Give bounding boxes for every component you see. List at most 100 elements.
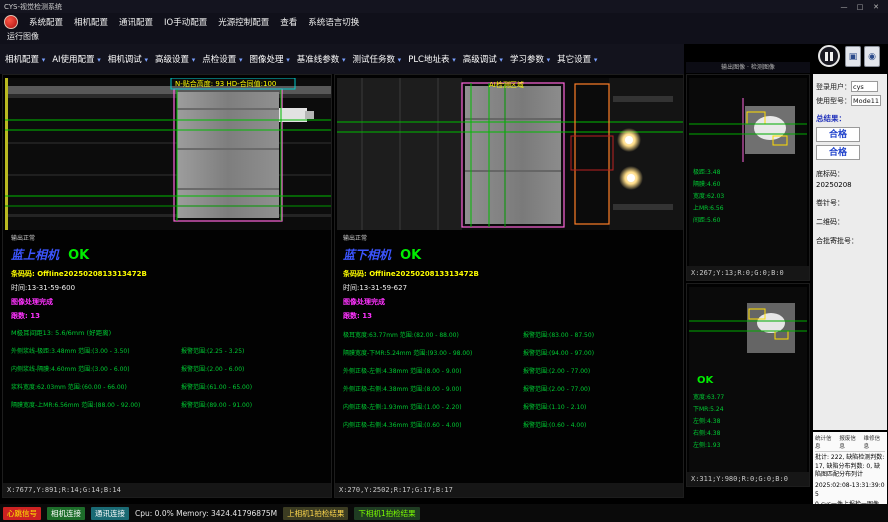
chevron-down-icon: ▾ [398,56,402,64]
tool-image-processing[interactable]: 图像处理 ▾ [249,53,289,65]
stats-panel: 统计信息 报废信息 维修信息 批计: 222, 缺陷检测判数: 17, 缺陷分布… [813,432,887,504]
chevron-down-icon: ▾ [452,56,456,64]
cpu-memory-readout: Cpu: 0.0% Memory: 3424.41796875M [135,509,277,518]
menu-camera-config[interactable]: 相机配置 [74,16,108,28]
menu-system-config[interactable]: 系统配置 [29,16,63,28]
window-title: CYS-视觉检测系统 [4,2,62,12]
close-icon[interactable]: ✕ [868,3,884,11]
detail-line: 宽度:62.03 [693,192,724,200]
base-code-value: 20250208 [816,181,884,189]
status-bar: 心跳信号 相机连接 通讯连接 Cpu: 0.0% Memory: 3424.41… [0,504,888,522]
measure-row: 浆料宽度:62.03mm 范围:(60.00 - 66.00)报警范围:(61.… [11,382,327,391]
camera-panel-detail-bottom: OK 宽度:63.77 下MR:5.24 左侧:4.38 右侧:4.38 左侧:… [686,283,810,487]
view-tab-row: 运行图像 [0,31,888,44]
minimize-icon[interactable]: — [836,3,852,11]
toolbar: 相机配置 ▾ AI使用配置 ▾ 相机调试 ▾ 高级设置 ▾ 点检设置 ▾ 图像处… [0,44,684,74]
base-code-label: 底标码： [816,169,884,179]
detail-line: 隔膜:4.60 [693,180,721,188]
measure-row: 隔膜宽度-上MR:6.56mm 范围:(88.00 - 92.00)报警范围:(… [11,400,327,409]
chevron-down-icon: ▾ [342,56,346,64]
menu-io-manual-config[interactable]: IO手动配置 [164,16,207,28]
menu-bar: 系统配置 相机配置 通讯配置 IO手动配置 光源控制配置 查看 系统语言切换 [0,13,888,31]
camera-panel-detail-top: 极距:3.48 隔膜:4.60 宽度:62.03 上MR:6.56 间距:5.6… [686,74,810,281]
result-info-upper: 输出正常 蓝上相机 OK 条码码: OffIine202502081331347… [11,233,327,409]
chevron-down-icon: ▾ [192,56,196,64]
menu-language-switch[interactable]: 系统语言切换 [308,16,359,28]
tool-camera-debug[interactable]: 相机调试 ▾ [108,53,148,65]
measure-row: 外侧浆线-极距:3.48mm 范围:(3.00 - 3.50)报警范围:(2.2… [11,346,327,355]
model-label: 使用型号： [816,96,851,106]
upper-camera-result-label[interactable]: 上相机1拍检结果 [283,507,348,520]
detail-line: 上MR:6.56 [693,204,724,212]
tool-ai-config[interactable]: AI使用配置 ▾ [52,53,101,65]
menu-comm-config[interactable]: 通讯配置 [119,16,153,28]
right-column-header: 输出图像 · 检测图像 [686,62,810,73]
camera-view-upper[interactable]: N-贴合高度: 93 HD-合同值:100 [5,78,331,230]
chevron-down-icon: ▾ [145,56,149,64]
detail-line: 左侧:4.38 [693,417,721,425]
measure-row: 外侧正极-左侧:4.38mm 范围:(8.00 - 9.00)报警范围:(2.0… [343,366,679,375]
detail-result: OK [697,375,715,386]
maximize-icon[interactable]: □ [852,3,868,11]
extra-measure: M极耳间距13: 5.6/6mm (好距离) [11,327,327,337]
camera-view-detail-bottom[interactable]: OK 宽度:63.77 下MR:5.24 左侧:4.38 右侧:4.38 左侧:… [689,287,807,472]
lower-camera-result-label[interactable]: 下相机1拍检结果 [354,507,419,520]
pixel-coords-detail-bottom: X:311;Y:980;R:0;G:0;B:0 [687,472,809,486]
result-badge: OK [400,248,421,263]
measure-row: 极耳宽度:63.77mm 范围:(82.00 - 88.00)报警范围:(83.… [343,330,679,339]
camera-view-detail-top[interactable]: 极距:3.48 隔膜:4.60 宽度:62.03 上MR:6.56 间距:5.6… [689,78,807,266]
chevron-down-icon: ▾ [499,56,503,64]
snapshot-icon: ▣ [849,52,858,62]
camera-name: 蓝下相机 [343,248,391,262]
chevron-down-icon: ▾ [594,56,598,64]
menu-view[interactable]: 查看 [280,16,297,28]
qr-code-label: 二维码： [816,217,884,227]
camera-panel-upper: N-贴合高度: 93 HD-合同值:100 输出正常 蓝上相机 OK 条码码: … [2,74,332,498]
detail-line: 宽度:63.77 [693,393,724,401]
process-status: 图像处理完成 [11,297,327,307]
overlay-text-lower: AI检测区域 [489,80,524,89]
count-text: 跟数: 13 [11,311,327,321]
measure-row: 隔膜宽度-下MR:5.24mm 范围:(93.00 - 98.00)报警范围:(… [343,348,679,357]
tool-other-settings[interactable]: 其它设置 ▾ [557,53,597,65]
pixel-coords-lower: X:270,Y:2502;R:17;G:17;B:17 [335,483,683,497]
pause-button[interactable] [818,45,840,67]
tool-test-tasks[interactable]: 测试任务数 ▾ [352,53,401,65]
chevron-down-icon: ▾ [286,56,290,64]
menu-light-control[interactable]: 光源控制配置 [218,16,269,28]
process-status: 图像处理完成 [343,297,679,307]
tool-learning-params[interactable]: 学习参数 ▾ [510,53,550,65]
tool-plc-address[interactable]: PLC地址表 ▾ [408,53,456,65]
login-user-select[interactable]: cys [851,81,878,92]
detail-line: 极距:3.48 [693,168,721,176]
output-note: 输出正常 [343,233,679,242]
tab-repair-info[interactable]: 维修信息 [864,434,885,450]
tool-advanced-settings[interactable]: 高级设置 ▾ [155,53,195,65]
tool-spot-check[interactable]: 点检设置 ▾ [202,53,242,65]
output-note: 输出正常 [11,233,327,242]
pixel-coords-upper: X:7677,Y:891;R:14;G:14;B:14 [3,483,331,497]
model-select[interactable]: Mode11 [851,95,881,106]
tab-stats-info[interactable]: 统计信息 [815,434,836,450]
tab-run-image[interactable]: 运行图像 [7,31,39,42]
tool-advanced-debug[interactable]: 高级调试 ▾ [463,53,503,65]
app-window: CYS-视觉检测系统 — □ ✕ 系统配置 相机配置 通讯配置 IO手动配置 光… [0,0,888,522]
total-result-label: 总结果： [816,113,884,124]
tool-baseline-params[interactable]: 基准线参数 ▾ [297,53,346,65]
camera-panel-lower: AI检测区域 输出正常 蓝下相机 OK 条码码: OffIine20250208… [334,74,684,498]
stats-line: 批计: 222, 缺陷检测判数: 17, 缺陷分布判数: 0, 缺陷图匹配分布列… [815,454,885,480]
measure-row: 内侧正极-左侧:1.93mm 范围:(1.00 - 2.20)报警范围:(1.1… [343,402,679,411]
lock-icon: ◉ [868,52,876,62]
detail-line: 右侧:4.38 [693,429,721,437]
tab-scrap-info[interactable]: 报废信息 [839,434,860,450]
pixel-coords-detail-top: X:267;Y:13;R:0;G:0;B:0 [687,266,809,280]
heartbeat-indicator: 心跳信号 [3,507,41,520]
camera-view-lower[interactable]: AI检测区域 [337,78,683,230]
total-result-box-lower: 合格 [816,145,860,160]
pause-icon [825,52,828,61]
lock-button[interactable]: ◉ [864,46,880,67]
result-info-lower: 输出正常 蓝下相机 OK 条码码: OffIine202502081331347… [343,233,679,429]
snapshot-button[interactable]: ▣ [845,46,861,67]
tool-camera-config[interactable]: 相机配置 ▾ [5,53,45,65]
chevron-down-icon: ▾ [97,56,101,64]
